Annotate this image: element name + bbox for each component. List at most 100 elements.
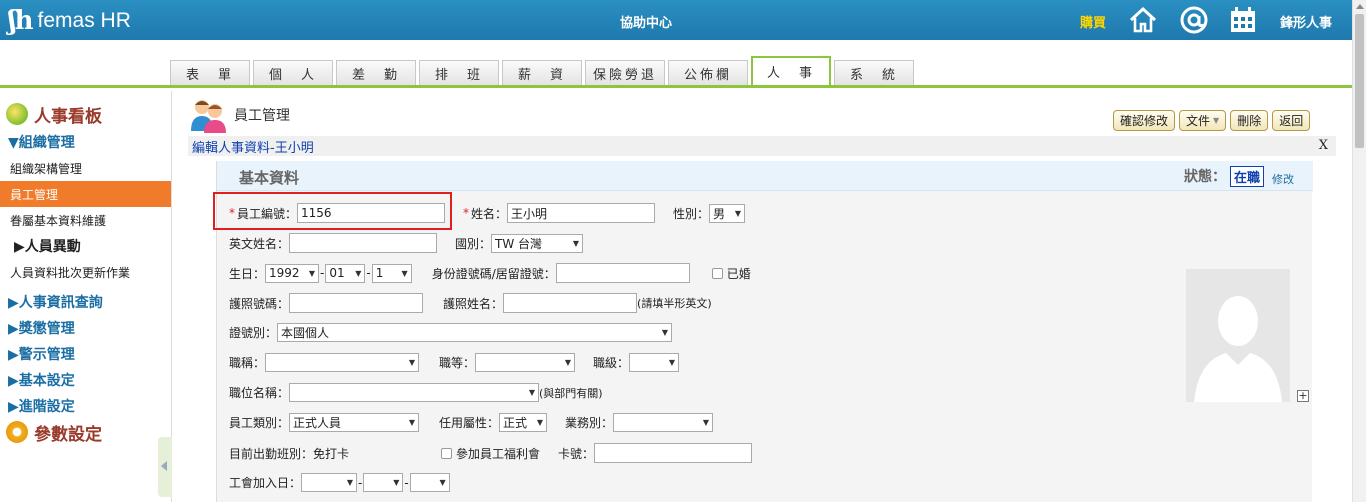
form-row-3: 生日： 1992 ▼ - 01 ▼ - 1 ▼ 身份證號碼/居留證號： 已婚 [229, 263, 751, 283]
add-photo-icon[interactable]: + [1297, 390, 1309, 402]
date-separator: - [320, 266, 325, 280]
employee-photo-placeholder[interactable] [1186, 269, 1290, 402]
passport-hint: (請填半形英文) [637, 297, 712, 310]
union-month-select[interactable]: ▼ [363, 473, 404, 492]
tab-scheduling[interactable]: 排 班 [419, 60, 499, 85]
birth-year-select[interactable]: 1992 ▼ [265, 263, 320, 283]
birth-day-select[interactable]: 1 ▼ [371, 263, 412, 283]
sidebar-collapse-handle[interactable] [158, 437, 172, 497]
name-input[interactable]: 王小明 [507, 203, 656, 223]
page-scrollbar[interactable] [1352, 0, 1366, 502]
business-select[interactable]: ▼ [613, 413, 714, 432]
sidebar-group-alerts[interactable]: ▶警示管理 [0, 341, 171, 367]
user-name[interactable]: 鋒形人事 [1280, 12, 1332, 31]
logo-mark-icon: ʃh [8, 6, 33, 36]
home-icon[interactable] [1128, 5, 1158, 35]
business-label: 業務別： [565, 416, 614, 430]
buy-link[interactable]: 購買 [1080, 12, 1106, 31]
hire-type-select[interactable]: 正式 ▼ [499, 413, 548, 432]
id-input[interactable] [555, 263, 690, 283]
grade-select[interactable]: ▼ [475, 353, 576, 372]
panel-title: 基本資料 [239, 169, 300, 187]
panel-header: 基本資料 狀態： 在職 修改 [217, 161, 1313, 191]
tab-bulletin[interactable]: 公佈欄 [668, 60, 748, 85]
grade-label: 職等： [439, 356, 476, 370]
document-menu-label: 文件 [1186, 114, 1211, 128]
en-name-input[interactable] [289, 233, 438, 253]
tab-insurance[interactable]: 保險勞退 [585, 60, 665, 85]
gender-label: 性別： [673, 206, 710, 221]
married-label: 已婚 [726, 266, 751, 281]
form-row-7: 職位名稱： ▼ (與部門有關) [229, 383, 603, 402]
tab-personal[interactable]: 個 人 [253, 60, 333, 85]
sidebar-title-label: 人事看板 [34, 106, 102, 127]
passport-name-input[interactable] [503, 293, 638, 313]
sidebar-item-batch-update[interactable]: 人員資料批次更新作業 [0, 259, 171, 285]
dropdown-arrow-icon: ▼ [408, 418, 416, 427]
delete-button[interactable]: 刪除 [1230, 110, 1269, 131]
birth-month-select[interactable]: 01 ▼ [325, 263, 366, 283]
sidebar-group-advanced-settings[interactable]: ▶進階設定 [0, 393, 171, 419]
sidebar-group-org[interactable]: ▼組織管理 [0, 129, 171, 155]
main-tab-bar: 表 單 個 人 差 勤 排 班 薪 資 保險勞退 公佈欄 人 事 系 統 [0, 40, 1352, 88]
id-type-select[interactable]: 本國個人 ▼ [277, 323, 673, 342]
tab-system[interactable]: 系 統 [834, 60, 914, 85]
sidebar-group-hr-query[interactable]: ▶人事資訊查詢 [0, 289, 171, 315]
modify-status-link[interactable]: 修改 [1272, 171, 1294, 187]
tab-forms[interactable]: 表 單 [170, 60, 250, 85]
welfare-checkbox[interactable] [441, 447, 453, 459]
birth-month-value: 01 [329, 266, 345, 280]
sidebar-item-employee-mgmt[interactable]: 員工管理 [0, 181, 171, 207]
at-icon[interactable] [1179, 5, 1209, 35]
confirm-edit-button[interactable]: 確認修改 [1113, 110, 1176, 131]
tab-payroll[interactable]: 薪 資 [502, 60, 582, 85]
dropdown-arrow-icon: ▼ [668, 358, 676, 367]
passport-name-label: 護照姓名： [443, 296, 504, 311]
basic-info-panel: 基本資料 狀態： 在職 修改 * 員工編號： 1156 * 姓名： 王小明 性別： … [213, 161, 1313, 502]
close-icon[interactable]: X [1319, 138, 1328, 153]
country-select[interactable]: TW 台灣 ▼ [491, 233, 584, 253]
emp-type-select[interactable]: 正式人員 ▼ [289, 413, 420, 432]
calendar-icon[interactable] [1228, 5, 1258, 35]
scrollbar-thumb[interactable] [1355, 14, 1364, 148]
scroll-up-icon[interactable] [1356, 4, 1364, 9]
sidebar-group-rewards[interactable]: ▶獎懲管理 [0, 315, 171, 341]
document-menu-button[interactable]: 文件 ▼ [1179, 110, 1227, 131]
gear-icon [6, 421, 28, 443]
help-center-link[interactable]: 協助中心 [620, 12, 672, 31]
sidebar-params[interactable]: 參數設定 [0, 419, 171, 445]
back-button[interactable]: 返回 [1272, 110, 1311, 131]
sidebar-item-dependents[interactable]: 眷屬基本資料維護 [0, 207, 171, 233]
dropdown-arrow-icon: ▼ [1213, 116, 1220, 125]
union-day-select[interactable]: ▼ [409, 473, 450, 492]
gender-select[interactable]: 男 ▼ [709, 203, 746, 223]
title-select[interactable]: ▼ [265, 353, 420, 372]
passport-no-input[interactable] [289, 293, 424, 313]
tab-attendance[interactable]: 差 勤 [336, 60, 416, 85]
sidebar-group-personnel-change[interactable]: ▶人員異動 [0, 233, 171, 259]
date-separator: - [366, 266, 371, 280]
form-row-8: 員工類別： 正式人員 ▼ 任用屬性： 正式 ▼ 業務別： ▼ [229, 413, 714, 432]
card-label: 卡號： [558, 446, 595, 461]
card-input[interactable] [594, 443, 753, 463]
union-year-select[interactable]: ▼ [301, 473, 358, 492]
date-separator: - [404, 475, 409, 490]
position-select[interactable]: ▼ [289, 383, 540, 402]
app-header: ʃh femas HR 協助中心 購買 鋒形人事 [0, 0, 1352, 40]
sidebar: 人事看板 ▼組織管理 組織架構管理 員工管理 眷屬基本資料維護 ▶人員異動 人員… [0, 91, 172, 502]
married-checkbox[interactable] [711, 267, 723, 279]
dropdown-arrow-icon: ▼ [308, 268, 316, 278]
employee-people-icon [191, 100, 226, 133]
country-label: 國別： [455, 236, 492, 251]
femas-logo[interactable]: ʃh femas HR [8, 6, 131, 36]
level-label: 職級： [593, 356, 630, 370]
sidebar-title[interactable]: 人事看板 [0, 101, 171, 127]
level-select[interactable]: ▼ [629, 353, 680, 372]
tab-personnel[interactable]: 人 事 [751, 56, 831, 85]
emp-no-input[interactable]: 1156 [297, 203, 446, 223]
sidebar-group-basic-settings[interactable]: ▶基本設定 [0, 367, 171, 393]
birth-label: 生日： [229, 266, 266, 281]
union-label: 工會加入日： [229, 476, 302, 490]
page-title-text: 員工管理 [234, 108, 290, 124]
sidebar-item-org-structure[interactable]: 組織架構管理 [0, 155, 171, 181]
